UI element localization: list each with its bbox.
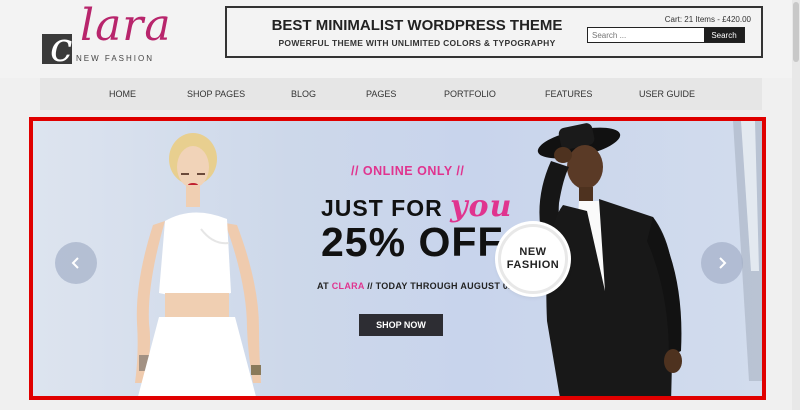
female-model-image (135, 133, 261, 396)
nav-item-features[interactable]: FEATURES (545, 89, 592, 99)
nav-item-pages[interactable]: PAGES (366, 89, 396, 99)
cart-summary[interactable]: Cart: 21 Items - £420.00 (665, 15, 751, 24)
slide-date-prefix: AT (317, 281, 332, 291)
chevron-right-icon (719, 257, 727, 269)
shop-now-button[interactable]: SHOP NOW (359, 314, 443, 336)
slide-date-brand: CLARA (331, 281, 365, 291)
nav-item-home[interactable]: HOME (109, 89, 136, 99)
scrollbar-thumb[interactable] (793, 2, 799, 62)
hero-slider: // ONLINE ONLY // JUST FOR you 25% OFF A… (29, 117, 766, 400)
slider-next-button[interactable] (701, 242, 743, 284)
nav-item-shop-pages[interactable]: SHOP PAGES (187, 89, 245, 99)
new-fashion-badge: NEW FASHION (498, 224, 568, 294)
slider-prev-button[interactable] (55, 242, 97, 284)
nav-item-user-guide[interactable]: USER GUIDE (639, 89, 695, 99)
nav-item-blog[interactable]: BLOG (291, 89, 316, 99)
chevron-left-icon (71, 257, 79, 269)
badge-line-2: FASHION (506, 259, 560, 271)
search-input[interactable] (588, 28, 704, 42)
main-nav: HOME SHOP PAGES BLOG PAGES PORTFOLIO FEA… (40, 78, 762, 110)
logo-tagline: NEW FASHION (76, 54, 155, 63)
slide-tag: // ONLINE ONLY // (351, 164, 465, 178)
promo-banner: BEST MINIMALIST WORDPRESS THEME POWERFUL… (225, 6, 763, 58)
search-form: Search (587, 27, 745, 43)
slide-date-suffix: // TODAY THROUGH AUGUST 02 (364, 281, 514, 291)
search-button[interactable]: Search (704, 28, 744, 42)
promo-subtitle: POWERFUL THEME WITH UNLIMITED COLORS & T… (278, 38, 556, 48)
slide-discount: 25% OFF (321, 219, 504, 265)
site-header: c lara NEW FASHION BEST MINIMALIST WORDP… (0, 0, 800, 78)
scrollbar[interactable] (792, 0, 800, 410)
site-logo[interactable]: c lara NEW FASHION (40, 0, 200, 71)
nav-item-portfolio[interactable]: PORTFOLIO (444, 89, 496, 99)
promo-title: BEST MINIMALIST WORDPRESS THEME (271, 17, 563, 34)
logo-mark-letter: c (50, 25, 73, 71)
slide-headline-prefix: JUST FOR (321, 195, 451, 221)
slide-date-line: AT CLARA // TODAY THROUGH AUGUST 02 (317, 281, 514, 291)
logo-wordmark: lara (80, 0, 172, 51)
badge-line-1: NEW (519, 245, 547, 258)
